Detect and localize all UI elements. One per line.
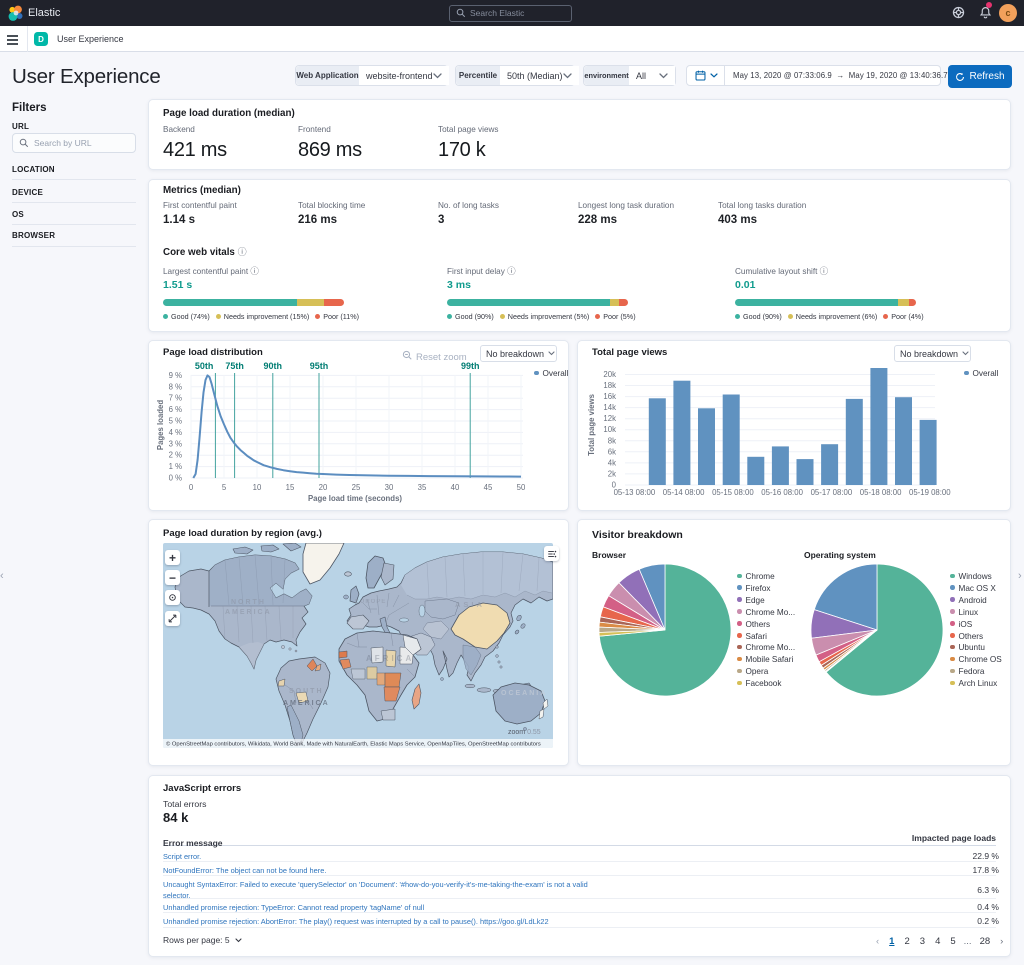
- svg-text:SOUTH: SOUTH: [289, 688, 324, 695]
- svg-text:AMERICA: AMERICA: [225, 609, 272, 616]
- svg-text:05-18 08:00: 05-18 08:00: [860, 488, 902, 497]
- svg-text:0 %: 0 %: [169, 474, 183, 483]
- svg-text:3 %: 3 %: [169, 439, 183, 448]
- svg-text:18k: 18k: [603, 381, 616, 390]
- svg-text:5 %: 5 %: [169, 417, 183, 426]
- svg-text:6k: 6k: [608, 447, 616, 456]
- svg-text:95th: 95th: [310, 361, 329, 371]
- svg-text:05-13 08:00: 05-13 08:00: [614, 488, 656, 497]
- svg-text:05-17 08:00: 05-17 08:00: [811, 488, 853, 497]
- svg-text:Page load time (seconds): Page load time (seconds): [308, 494, 402, 503]
- svg-text:OCEANIA: OCEANIA: [501, 690, 547, 697]
- svg-text:AFRICA: AFRICA: [366, 654, 414, 663]
- svg-text:ASIA: ASIA: [455, 600, 485, 609]
- svg-text:30: 30: [385, 483, 394, 492]
- svg-text:0: 0: [189, 483, 194, 492]
- svg-text:4k: 4k: [608, 458, 616, 467]
- svg-text:4 %: 4 %: [169, 428, 183, 437]
- svg-text:1 %: 1 %: [169, 462, 183, 471]
- svg-text:14k: 14k: [603, 403, 616, 412]
- svg-text:05-15 08:00: 05-15 08:00: [712, 488, 754, 497]
- svg-text:05-16 08:00: 05-16 08:00: [761, 488, 803, 497]
- svg-text:7 %: 7 %: [169, 394, 183, 403]
- svg-text:50: 50: [517, 483, 526, 492]
- svg-text:6 %: 6 %: [169, 405, 183, 414]
- svg-text:2 %: 2 %: [169, 451, 183, 460]
- svg-text:12k: 12k: [603, 414, 616, 423]
- svg-text:90th: 90th: [264, 361, 283, 371]
- svg-text:EUROPE: EUROPE: [355, 599, 386, 605]
- svg-text:20: 20: [319, 483, 328, 492]
- svg-text:NORTH: NORTH: [231, 599, 266, 606]
- svg-text:16k: 16k: [603, 392, 616, 401]
- svg-text:10k: 10k: [603, 425, 616, 434]
- svg-text:75th: 75th: [225, 361, 244, 371]
- svg-text:50th: 50th: [195, 361, 214, 371]
- svg-text:35: 35: [418, 483, 427, 492]
- svg-text:© OpenStreetMap contributors,: © OpenStreetMap contributors, Wikidata, …: [166, 741, 541, 748]
- svg-text:40: 40: [451, 483, 460, 492]
- svg-text:05-14 08:00: 05-14 08:00: [663, 488, 705, 497]
- svg-text:5: 5: [222, 483, 227, 492]
- svg-text:8 %: 8 %: [169, 382, 183, 391]
- svg-text:45: 45: [484, 483, 493, 492]
- svg-text:99th: 99th: [461, 361, 480, 371]
- svg-text:20k: 20k: [603, 370, 616, 379]
- svg-text:Pages loaded: Pages loaded: [156, 400, 165, 451]
- svg-text:zoom 0.55: zoom 0.55: [508, 729, 541, 736]
- svg-text:10: 10: [253, 483, 262, 492]
- svg-text:25: 25: [352, 483, 361, 492]
- svg-text:15: 15: [286, 483, 295, 492]
- svg-text:9 %: 9 %: [169, 371, 183, 380]
- svg-text:2k: 2k: [608, 469, 616, 478]
- svg-text:8k: 8k: [608, 436, 616, 445]
- svg-text:05-19 08:00: 05-19 08:00: [909, 488, 951, 497]
- svg-text:AMERICA: AMERICA: [283, 700, 330, 707]
- svg-text:Total page views: Total page views: [587, 393, 596, 455]
